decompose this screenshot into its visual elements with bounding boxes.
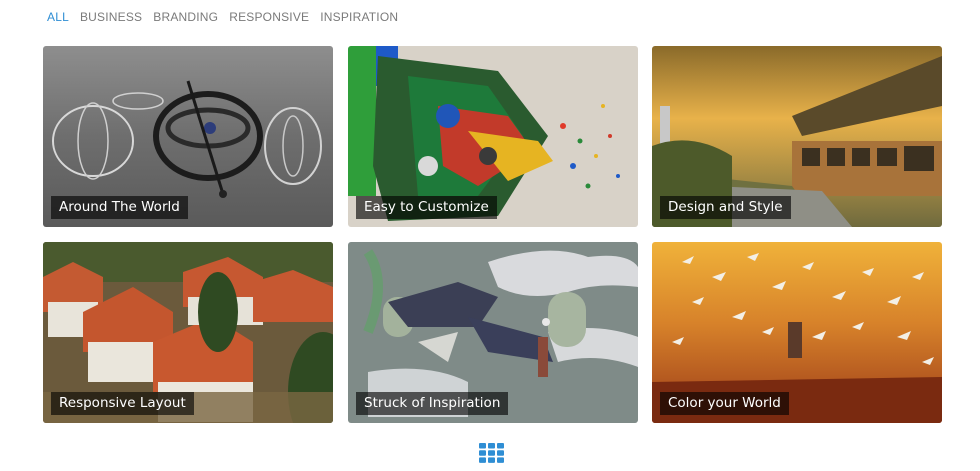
portfolio-item-color-your-world[interactable]: Color your World [652,242,942,423]
item-title: Color your World [660,392,789,415]
item-title: Around The World [51,196,188,219]
item-title: Easy to Customize [356,196,497,219]
item-title: Struck of Inspiration [356,392,509,415]
filter-responsive[interactable]: RESPONSIVE [229,10,309,24]
filter-inspiration[interactable]: INSPIRATION [320,10,398,24]
portfolio-item-responsive-layout[interactable]: Responsive Layout [43,242,333,423]
item-title: Responsive Layout [51,392,194,415]
portfolio-item-around-the-world[interactable]: Around The World [43,46,333,227]
portfolio-filter-nav: ALL BUSINESS BRANDING RESPONSIVE INSPIRA… [47,10,398,24]
portfolio-item-struck-of-inspiration[interactable]: Struck of Inspiration [348,242,638,423]
portfolio-item-design-and-style[interactable]: Design and Style [652,46,942,227]
filter-business[interactable]: BUSINESS [80,10,142,24]
item-title: Design and Style [660,196,791,219]
filter-all[interactable]: ALL [47,10,69,24]
portfolio-item-easy-to-customize[interactable]: Easy to Customize [348,46,638,227]
grid-icon[interactable] [479,443,504,463]
filter-branding[interactable]: BRANDING [153,10,218,24]
